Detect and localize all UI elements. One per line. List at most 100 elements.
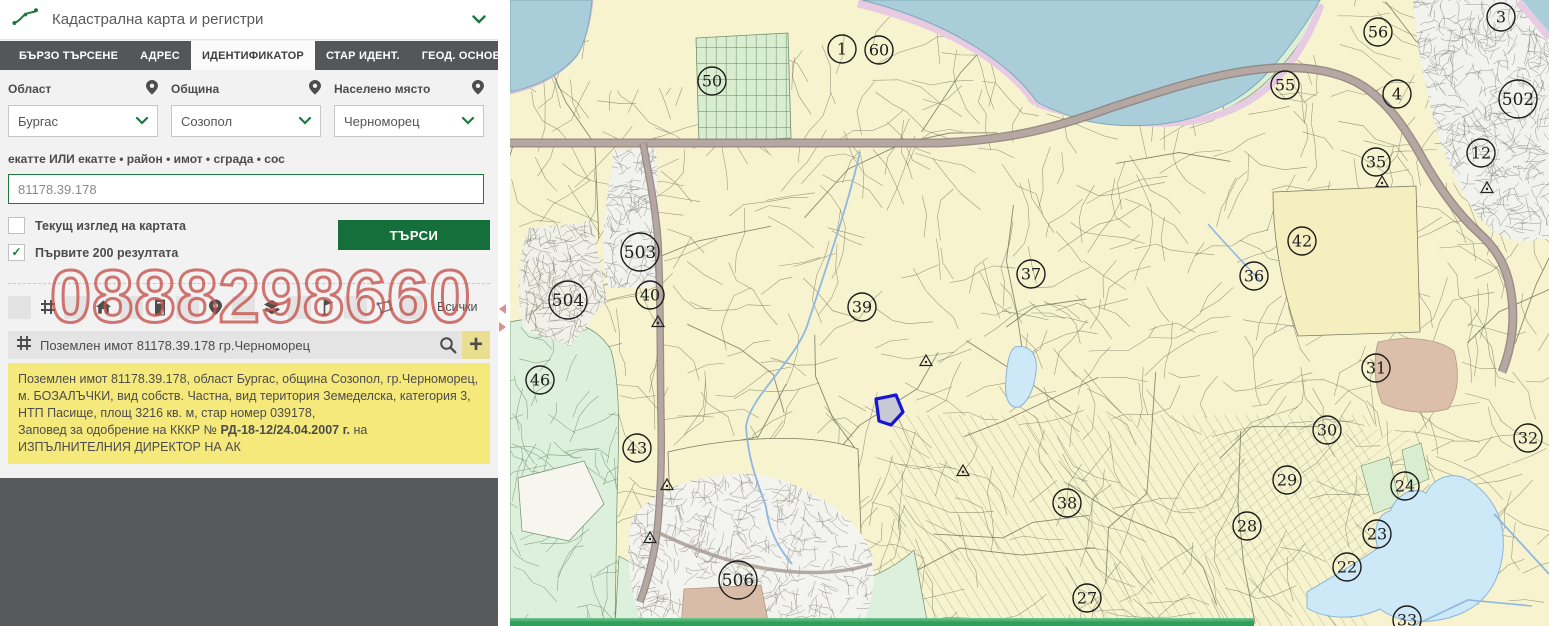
all-types-link[interactable]: Всички xyxy=(437,300,478,314)
svg-text:55: 55 xyxy=(1275,76,1295,95)
svg-text:35: 35 xyxy=(1366,153,1386,172)
toolbar-toggle[interactable] xyxy=(288,296,311,319)
result-detail-box: Поземлен имот 81178.39.178, област Бурга… xyxy=(8,363,490,464)
svg-text:30: 30 xyxy=(1317,421,1337,440)
add-result-button[interactable]: + xyxy=(462,331,490,359)
svg-text:56: 56 xyxy=(1368,23,1388,42)
chevron-down-icon xyxy=(136,117,148,125)
grid-icon[interactable] xyxy=(38,297,57,317)
svg-text:46: 46 xyxy=(530,371,550,390)
search-sidebar: Кадастрална карта и регистри БЪРЗО ТЪРСЕ… xyxy=(0,0,498,626)
svg-text:1: 1 xyxy=(837,40,847,59)
naseleno-select[interactable]: Черноморец xyxy=(334,105,484,137)
first200-checkbox[interactable] xyxy=(8,244,25,261)
oblast-label: Област xyxy=(8,80,158,98)
result-detail-text: Поземлен имот 81178.39.178, област Бурга… xyxy=(18,372,478,420)
grid-icon xyxy=(16,335,32,356)
polygon-icon[interactable] xyxy=(374,297,393,317)
map-scale-bar xyxy=(510,618,1254,626)
map-pin-icon xyxy=(309,80,321,98)
toolbar-toggle[interactable] xyxy=(64,296,87,319)
svg-text:502: 502 xyxy=(1502,90,1534,110)
svg-text:36: 36 xyxy=(1244,267,1264,286)
sidebar-collapse-handle[interactable] xyxy=(499,304,509,344)
svg-text:39: 39 xyxy=(852,298,872,317)
obshtina-label: Община xyxy=(171,80,321,98)
chevron-down-icon xyxy=(462,117,474,125)
home-icon[interactable] xyxy=(94,297,113,317)
naseleno-field: Населено място Черноморец xyxy=(334,80,484,137)
svg-text:12: 12 xyxy=(1471,144,1491,163)
svg-text:40: 40 xyxy=(640,286,660,305)
obshtina-field: Община Созопол xyxy=(171,80,321,137)
location-filters: Област Бургас Община Созопол xyxy=(8,80,490,137)
svg-text:4: 4 xyxy=(1392,85,1402,104)
kais-logo-icon xyxy=(12,7,38,32)
object-type-toolbar: Всички xyxy=(8,294,490,320)
svg-text:27: 27 xyxy=(1077,589,1097,608)
svg-text:3: 3 xyxy=(1496,8,1506,27)
tab[interactable]: ИДЕНТИФИКАТОР xyxy=(191,41,315,70)
cadastre-app: Кадастрална карта и регистри БЪРЗО ТЪРСЕ… xyxy=(0,0,1549,626)
service-dropdown[interactable]: Кадастрална карта и регистри xyxy=(0,0,498,40)
tab[interactable]: ГЕОД. ОСНОВА xyxy=(411,41,520,70)
svg-text:50: 50 xyxy=(702,72,722,91)
chevron-down-icon xyxy=(472,11,486,29)
result-title: Поземлен имот 81178.39.178 гр.Черноморец xyxy=(40,338,434,353)
svg-text:506: 506 xyxy=(722,571,754,591)
cadastral-map[interactable]: 50 1 60 56 3 55 4 502 12 35 42 503 37 36 504 40 39 46 31 30… xyxy=(510,0,1549,626)
collapse-left-icon xyxy=(499,304,506,314)
svg-text:32: 32 xyxy=(1518,429,1538,448)
svg-text:503: 503 xyxy=(624,243,656,263)
svg-text:28: 28 xyxy=(1237,517,1257,536)
svg-text:31: 31 xyxy=(1366,359,1386,378)
svg-text:504: 504 xyxy=(552,291,584,311)
oblast-select[interactable]: Бургас xyxy=(8,105,158,137)
map-pin-icon xyxy=(472,80,484,98)
svg-text:24: 24 xyxy=(1395,477,1415,496)
svg-text:29: 29 xyxy=(1277,471,1297,490)
sidebar-footer xyxy=(0,478,498,626)
tab[interactable]: АДРЕС xyxy=(129,41,191,70)
svg-text:33: 33 xyxy=(1397,611,1417,626)
chevron-down-icon xyxy=(299,117,311,125)
open-field xyxy=(1273,186,1420,336)
toolbar-toggle[interactable] xyxy=(120,296,143,319)
pin-icon[interactable] xyxy=(206,297,225,317)
oblast-field: Област Бургас xyxy=(8,80,158,137)
identifier-input-label: екатте ИЛИ екатте • район • имот • сград… xyxy=(8,152,490,166)
svg-text:60: 60 xyxy=(869,41,889,60)
search-button[interactable]: ТЪРСИ xyxy=(338,220,490,250)
current-view-checkbox[interactable] xyxy=(8,217,25,234)
svg-text:42: 42 xyxy=(1292,232,1312,251)
search-options: Текущ изглед на картата Първите 200 резу… xyxy=(8,217,490,279)
tab[interactable]: СТАР ИДЕНТ. xyxy=(315,41,411,70)
service-title: Кадастрална карта и регистри xyxy=(52,11,472,28)
svg-text:37: 37 xyxy=(1021,265,1041,284)
collapse-right-icon xyxy=(499,322,506,332)
identifier-search-panel: Област Бургас Община Созопол xyxy=(0,70,498,478)
toolbar-toggle[interactable] xyxy=(232,296,255,319)
layers-icon[interactable] xyxy=(262,297,281,317)
svg-text:38: 38 xyxy=(1057,494,1077,513)
first200-label: Първите 200 резултата xyxy=(35,246,178,260)
building-icon[interactable] xyxy=(150,297,169,317)
svg-text:22: 22 xyxy=(1337,558,1357,577)
approval-order-number: РД-18-12/24.04.2007 г. xyxy=(220,423,350,437)
map-pin-icon xyxy=(146,80,158,98)
toolbar-toggle[interactable] xyxy=(8,296,31,319)
locate-on-map-button[interactable] xyxy=(434,331,462,359)
obshtina-select[interactable]: Созопол xyxy=(171,105,321,137)
result-list-item[interactable]: Поземлен имот 81178.39.178 гр.Черноморец… xyxy=(8,331,490,359)
tab[interactable]: БЪРЗО ТЪРСЕНЕ xyxy=(8,41,129,70)
toolbar-toggle[interactable] xyxy=(344,296,367,319)
identifier-input[interactable] xyxy=(8,174,484,204)
flag-icon[interactable] xyxy=(318,297,337,317)
toolbar-toggle[interactable] xyxy=(176,296,199,319)
naseleno-label: Населено място xyxy=(334,80,484,98)
svg-text:23: 23 xyxy=(1367,525,1387,544)
search-tabs: БЪРЗО ТЪРСЕНЕАДРЕСИДЕНТИФИКАТОРСТАР ИДЕН… xyxy=(0,41,498,70)
svg-text:43: 43 xyxy=(627,439,647,458)
toolbar-toggle[interactable] xyxy=(400,296,423,319)
separator xyxy=(8,283,490,284)
